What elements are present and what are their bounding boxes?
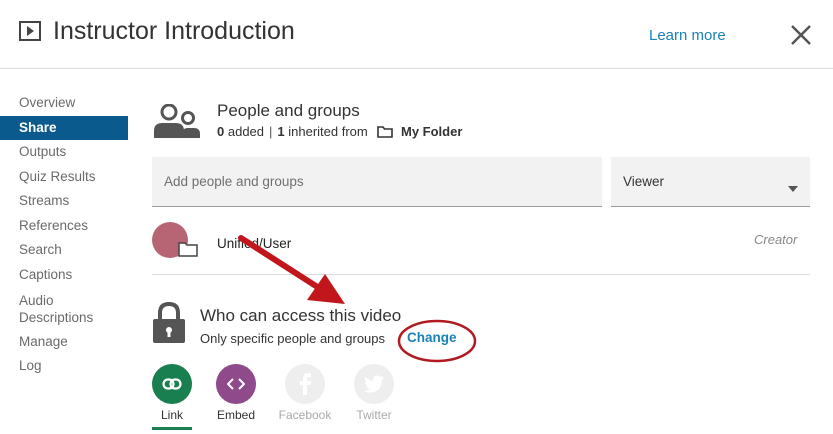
sidebar-item-references[interactable]: References [0, 214, 128, 238]
share-link-button[interactable]: Link [152, 364, 192, 422]
people-icon [152, 103, 202, 145]
folder-name[interactable]: My Folder [401, 124, 462, 139]
member-name: Unified/User [217, 236, 292, 251]
separator: | [269, 124, 273, 139]
people-summary: 0 added | 1 inherited from My Folder [217, 124, 462, 141]
sidebar-item-streams[interactable]: Streams [0, 189, 128, 213]
access-title: Who can access this video [200, 306, 402, 325]
folder-icon [377, 126, 394, 141]
sidebar-item-manage[interactable]: Manage [0, 330, 128, 354]
sidebar-item-overview[interactable]: Overview [0, 91, 128, 115]
sidebar-item-log[interactable]: Log [0, 354, 128, 378]
sidebar-item-share[interactable]: Share [0, 116, 128, 140]
add-people-input[interactable] [152, 157, 602, 207]
divider [152, 274, 810, 275]
annotation-ellipse [397, 318, 479, 371]
link-icon [152, 364, 192, 404]
inherited-text: inherited from [288, 124, 368, 139]
facebook-icon [285, 364, 325, 404]
sidebar-item-outputs[interactable]: Outputs [0, 140, 128, 164]
sidebar-item-captions[interactable]: Captions [0, 263, 128, 287]
sidebar-item-quiz-results[interactable]: Quiz Results [0, 165, 128, 189]
access-subtitle: Only specific people and groups [200, 331, 386, 346]
share-twitter-button[interactable]: Twitter [354, 364, 394, 422]
twitter-icon [354, 364, 394, 404]
close-icon[interactable] [790, 24, 812, 51]
people-title: People and groups [217, 101, 360, 120]
active-tab-underline [152, 427, 192, 430]
share-facebook-button[interactable]: Facebook [279, 364, 331, 422]
role-select[interactable]: Viewer [611, 157, 810, 207]
learn-more-link[interactable]: Learn more [649, 27, 726, 44]
member-role: Creator [754, 232, 798, 247]
chevron-down-icon [788, 179, 798, 197]
share-label: Embed [216, 408, 256, 422]
lock-icon [152, 301, 186, 349]
added-text: added [227, 124, 265, 139]
sidebar-item-audio-descriptions[interactable]: Audio Descriptions [0, 291, 128, 327]
inherited-count: 1 [277, 124, 285, 139]
sidebar-item-search[interactable]: Search [0, 238, 128, 262]
embed-icon [216, 364, 256, 404]
share-embed-button[interactable]: Embed [216, 364, 256, 422]
folder-icon [178, 241, 198, 262]
share-label: Facebook [278, 408, 332, 422]
video-icon [19, 21, 41, 46]
added-count: 0 [217, 124, 225, 139]
role-select-value: Viewer [623, 174, 665, 189]
page-title: Instructor Introduction [53, 17, 295, 45]
share-label: Twitter [356, 408, 392, 422]
